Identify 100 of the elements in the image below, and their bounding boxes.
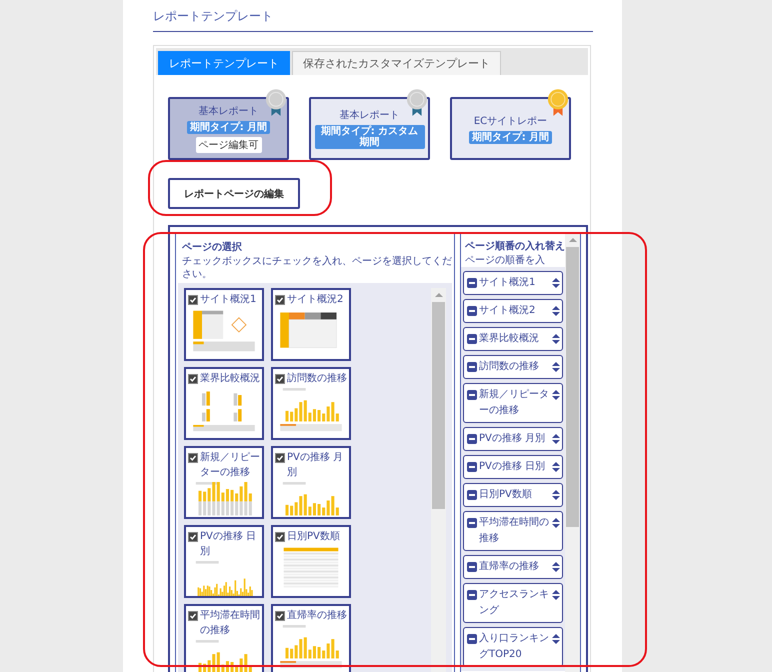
page-label: PVの推移 月別 [287, 451, 344, 480]
medal-icon [406, 89, 428, 117]
tab[interactable]: 保存されたカスタマイズテンプレート [292, 51, 501, 75]
sort-icon[interactable] [552, 334, 560, 344]
page-tile[interactable]: 日別PV数順 [271, 525, 351, 598]
sort-icon[interactable] [552, 518, 560, 528]
sort-icon[interactable] [552, 362, 560, 372]
order-label: PVの推移 日別 [479, 460, 546, 474]
page-label: 平均滞在時間の推移 [200, 608, 260, 638]
checkbox[interactable] [275, 532, 285, 542]
remove-icon[interactable] [467, 434, 477, 444]
remove-icon[interactable] [467, 634, 477, 644]
remove-icon[interactable] [467, 518, 477, 528]
card-title: 基本レポート [340, 108, 400, 122]
sort-icon[interactable] [552, 590, 560, 600]
page-tile[interactable]: 訪問数の推移 [271, 367, 351, 440]
order-item[interactable]: サイト概況2 [463, 299, 563, 323]
order-label: 訪問数の推移 [479, 360, 539, 374]
checkbox[interactable] [188, 374, 198, 384]
remove-icon[interactable] [467, 590, 477, 600]
order-label: 直帰率の推移 [479, 560, 539, 574]
panel-description: ページの順番を入 [464, 254, 546, 267]
page-tile[interactable]: 平均滞在時間の推移 [184, 604, 264, 672]
remove-icon[interactable] [467, 490, 477, 500]
order-label: 業界比較概況 [479, 332, 539, 346]
order-label: 平均滞在時間の推移 [479, 516, 550, 546]
remove-icon[interactable] [467, 562, 477, 572]
order-item[interactable]: 業界比較概況 [463, 327, 563, 351]
order-item[interactable]: PVの推移 日別 [463, 455, 563, 479]
sort-icon[interactable] [552, 390, 560, 400]
order-item[interactable]: 平均滞在時間の推移 [463, 511, 563, 551]
period-tag: 期間タイプ: カスタム期間 [314, 125, 424, 149]
template-card[interactable]: 基本レポート 期間タイプ: カスタム期間 [309, 97, 430, 160]
template-card[interactable]: ECサイトレポー 期間タイプ: 月間 [450, 97, 571, 160]
order-label: サイト概況2 [479, 304, 536, 318]
order-item[interactable]: アクセスランキング [463, 583, 563, 623]
order-item[interactable]: 新規／リピーターの推移 [463, 383, 563, 423]
checkbox[interactable] [275, 374, 285, 384]
order-label: サイト概況1 [479, 276, 536, 290]
sort-icon[interactable] [552, 306, 560, 316]
tab[interactable]: レポートテンプレート [158, 51, 290, 75]
sort-icon[interactable] [552, 434, 560, 444]
medal-icon [265, 89, 287, 117]
order-item[interactable]: PVの推移 月別 [463, 427, 563, 451]
remove-icon[interactable] [467, 278, 477, 288]
panel-title: ページ順番の入れ替え [464, 240, 565, 254]
sort-icon[interactable] [552, 490, 560, 500]
remove-icon[interactable] [467, 362, 477, 372]
sort-icon[interactable] [552, 562, 560, 572]
page-label: 新規／リピーターの推移 [200, 450, 260, 480]
page-tile[interactable]: 業界比較概況 [184, 367, 264, 440]
checkbox[interactable] [275, 611, 285, 621]
editable-tag: ページ編集可 [196, 137, 262, 153]
page-tile[interactable]: PVの推移 月別 [271, 446, 351, 519]
panel-title: ページの選択 [181, 240, 243, 255]
order-item[interactable]: サイト概況1 [463, 271, 563, 295]
order-label: 入り口ランキングTOP20 [479, 632, 550, 662]
order-label: PVの推移 月別 [479, 432, 546, 446]
checkbox[interactable] [188, 611, 198, 621]
page-tile[interactable]: サイト概況2 [271, 288, 351, 361]
checkbox[interactable] [188, 295, 198, 305]
card-title: ECサイトレポー [474, 114, 548, 128]
order-label: アクセスランキング [479, 588, 550, 618]
page-tile[interactable]: PVの推移 日別 [184, 525, 264, 598]
page-tile[interactable]: 直帰率の推移 [271, 604, 351, 672]
remove-icon[interactable] [467, 390, 477, 400]
page-label: PVの推移 日別 [200, 530, 258, 559]
section-heading: レポートテンプレート [153, 8, 593, 32]
remove-icon[interactable] [467, 306, 477, 316]
card-title: 基本レポート [198, 104, 258, 118]
scrollbar[interactable] [565, 233, 580, 672]
remove-icon[interactable] [467, 334, 477, 344]
edit-pages-button[interactable]: レポートページの編集 [168, 178, 300, 209]
page-label: サイト概況2 [287, 292, 344, 307]
page-tile[interactable]: 新規／リピーターの推移 [184, 446, 264, 519]
sort-icon[interactable] [552, 634, 560, 644]
order-label: 日別PV数順 [479, 488, 532, 502]
page-label: 業界比較概況 [200, 372, 260, 386]
period-tag: 期間タイプ: 月間 [186, 121, 270, 134]
sort-icon[interactable] [552, 462, 560, 472]
remove-icon[interactable] [467, 462, 477, 472]
checkbox[interactable] [275, 295, 285, 305]
order-item[interactable]: 直帰率の推移 [463, 555, 563, 579]
page-label: サイト概況1 [200, 292, 256, 307]
scrollbar[interactable] [431, 288, 446, 672]
page-label: 直帰率の推移 [287, 608, 347, 623]
panel-description: チェックボックスにチェックを入れ、ページを選択してください。 [181, 255, 452, 281]
order-item[interactable]: 日別PV数順 [463, 483, 563, 507]
sort-icon[interactable] [552, 278, 560, 288]
period-tag: 期間タイプ: 月間 [468, 130, 552, 144]
checkbox[interactable] [275, 453, 285, 463]
order-item[interactable]: 入り口ランキングTOP20 [463, 627, 563, 667]
page-label: 日別PV数順 [287, 530, 340, 544]
page-tile[interactable]: サイト概況1 [184, 288, 264, 361]
order-item[interactable]: 訪問数の推移 [463, 355, 563, 379]
template-card[interactable]: 基本レポート 期間タイプ: 月間 ページ編集可 [168, 97, 289, 160]
checkbox[interactable] [188, 453, 198, 463]
checkbox[interactable] [188, 532, 198, 542]
page-label: 訪問数の推移 [287, 372, 347, 386]
order-label: 新規／リピーターの推移 [479, 388, 550, 418]
